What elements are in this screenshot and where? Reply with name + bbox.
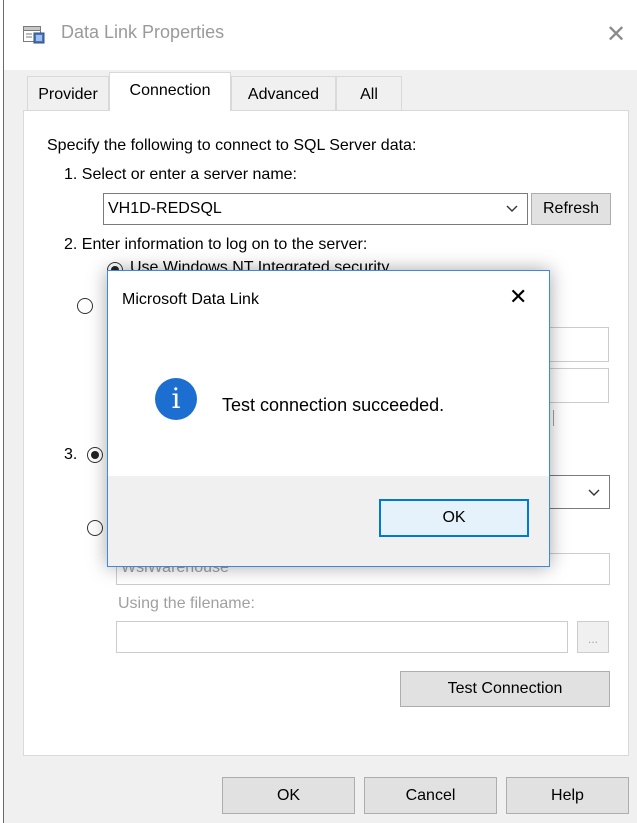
message-box: Microsoft Data Link ✕ i Test connection … (107, 270, 550, 567)
attach-database-radio[interactable] (87, 520, 103, 536)
step1-label: 1. Select or enter a server name: (64, 166, 297, 183)
ok-button[interactable]: OK (222, 777, 355, 814)
window-close-icon[interactable]: ✕ (606, 20, 626, 48)
message-text: Test connection succeeded. (222, 395, 445, 415)
message-box-ok-button[interactable]: OK (379, 499, 529, 537)
window-title: Data Link Properties (61, 22, 225, 42)
tab-provider[interactable]: Provider (27, 76, 109, 110)
chevron-down-icon[interactable] (505, 198, 519, 222)
server-name-combo[interactable]: VH1D-REDSQL (103, 193, 528, 225)
message-box-close-icon[interactable]: ✕ (509, 285, 527, 310)
message-box-title: Microsoft Data Link (122, 291, 259, 308)
using-filename-label: Using the filename: (118, 595, 255, 612)
help-button[interactable]: Help (506, 777, 629, 814)
test-connection-button[interactable]: Test Connection (400, 671, 610, 707)
information-icon: i (155, 378, 197, 420)
tab-all[interactable]: All (336, 76, 402, 110)
select-database-radio[interactable] (87, 447, 103, 463)
chevron-down-icon[interactable] (587, 482, 601, 507)
step2-label: 2. Enter information to log on to the se… (64, 236, 368, 253)
specific-user-radio[interactable] (77, 298, 93, 314)
server-name-value: VH1D-REDSQL (108, 200, 222, 217)
step3-label: 3. (64, 446, 78, 463)
browse-button[interactable]: ... (577, 621, 609, 653)
cancel-button[interactable]: Cancel (364, 777, 497, 814)
tab-advanced[interactable]: Advanced (231, 76, 336, 110)
refresh-button[interactable]: Refresh (531, 193, 611, 225)
filename-field[interactable] (116, 621, 568, 653)
intro-text: Specify the following to connect to SQL … (47, 137, 417, 154)
data-link-icon (23, 24, 45, 44)
tab-connection[interactable]: Connection (109, 72, 231, 111)
